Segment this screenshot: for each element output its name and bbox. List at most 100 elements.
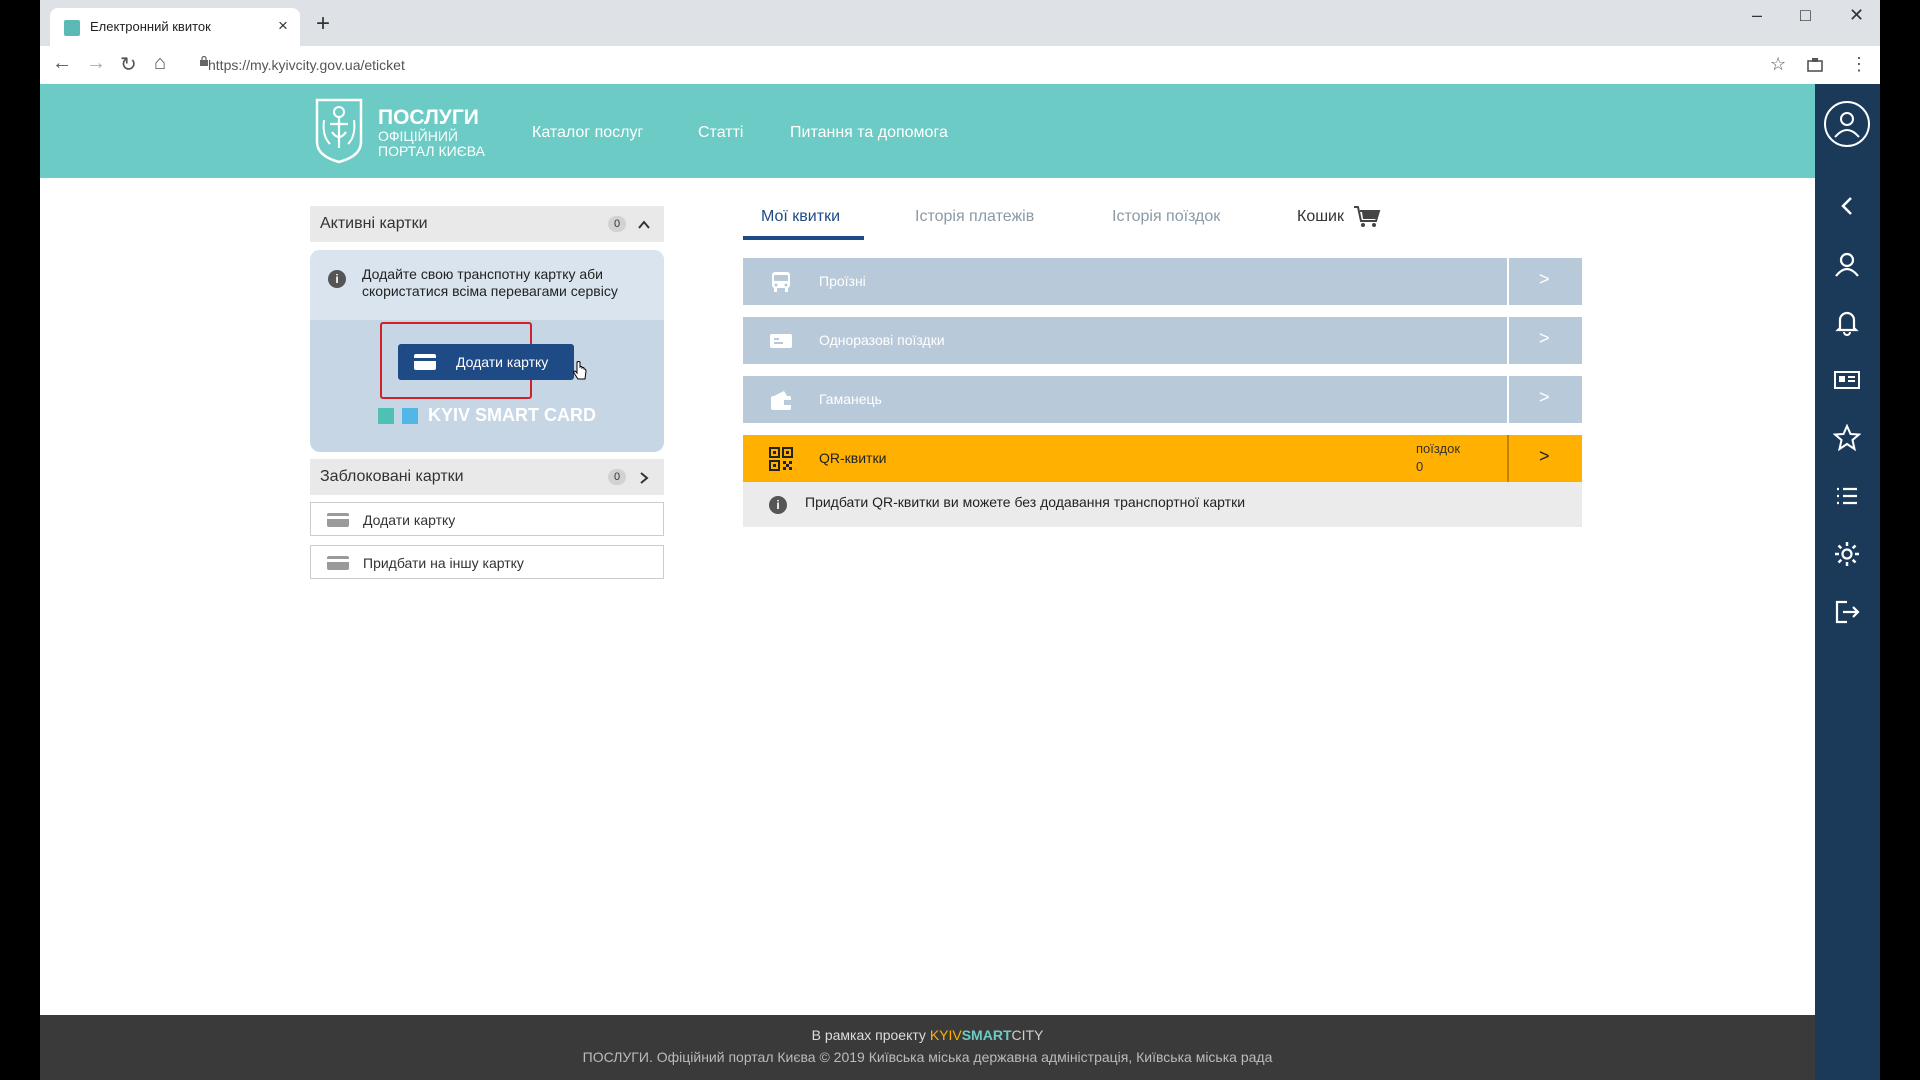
reload-icon[interactable]: ↻ (120, 52, 137, 77)
forward-icon[interactable]: → (86, 52, 106, 75)
tab-bar: Електронний квиток × + – □ ✕ (40, 0, 1880, 46)
browser-tab[interactable]: Електронний квиток × (50, 8, 300, 46)
ticket-row-arrow[interactable]: > (1507, 376, 1582, 423)
add-card-primary-label: Додати картку (456, 354, 549, 370)
user-icon (1834, 112, 1860, 138)
qr-info-text: Придбати QR-квитки ви можете без додаван… (805, 494, 1246, 510)
ticket-row-passes[interactable]: Проїзні > (743, 258, 1582, 305)
logo-subtitle-2: ПОРТАЛ КИЄВА (378, 143, 485, 159)
tab-trip-history[interactable]: Історія поїздок (1112, 208, 1220, 226)
buy-other-card-label: Придбати на іншу картку (363, 555, 524, 571)
maximize-icon[interactable]: □ (1800, 5, 1811, 26)
tab-cart[interactable]: Кошик (1297, 208, 1344, 226)
bell-icon[interactable] (1833, 308, 1861, 336)
ticket-row-single-rides[interactable]: Одноразові поїздки > (743, 317, 1582, 364)
qr-trips-count: 0 (1416, 459, 1424, 474)
logo-title[interactable]: ПОСЛУГИ (378, 106, 479, 130)
ticket-row-wallet[interactable]: Гаманець > (743, 376, 1582, 423)
logout-icon[interactable] (1833, 598, 1861, 626)
kyiv-emblem-icon[interactable] (314, 98, 364, 164)
active-cards-count: 0 (608, 216, 626, 232)
promo-info-box: i Додайте свою транспотну картку аби ско… (310, 250, 664, 320)
extension-icon[interactable] (1807, 58, 1823, 72)
qr-code-icon (769, 447, 793, 471)
blocked-cards-title: Заблоковані картки (320, 468, 464, 485)
chevron-right-icon[interactable] (636, 470, 652, 486)
home-icon[interactable]: ⌂ (154, 52, 166, 75)
tab-title: Електронний квиток (90, 19, 211, 34)
qr-info-note: i Придбати QR-квитки ви можете без додав… (743, 482, 1582, 527)
site-footer: В рамках проекту KYIVSMARTCITY ПОСЛУГИ. … (40, 1015, 1815, 1080)
new-tab-icon[interactable]: + (316, 10, 330, 38)
chevron-up-icon[interactable] (636, 217, 652, 233)
window-close-icon[interactable]: ✕ (1849, 5, 1864, 26)
card-icon (414, 354, 436, 370)
lock-icon (200, 56, 208, 66)
info-icon: i (328, 270, 346, 288)
footer-project-line: В рамках проекту KYIVSMARTCITY (811, 1027, 1044, 1043)
chevron-right-icon: > (1539, 446, 1550, 466)
logo-subtitle-1: ОФІЦІЙНИЙ (378, 128, 458, 144)
footer-copyright: ПОСЛУГИ. Офіційний портал Києва © 2019 К… (582, 1049, 1273, 1065)
chevron-right-icon: > (1539, 387, 1550, 407)
tab-close-icon[interactable]: × (278, 16, 288, 36)
ticket-row-label: Проїзні (819, 273, 866, 289)
buy-other-card-button[interactable]: Придбати на іншу картку (310, 545, 664, 579)
nav-catalog[interactable]: Каталог послуг (532, 124, 643, 142)
favicon-icon (64, 20, 80, 36)
avatar[interactable] (1824, 101, 1870, 147)
info-icon: i (769, 496, 787, 514)
tab-active-underline (743, 236, 864, 240)
list-icon[interactable] (1833, 482, 1861, 510)
add-card-label: Додати картку (363, 512, 456, 528)
ticket-row-label: Гаманець (819, 391, 882, 407)
qr-trips-label: поїздок (1416, 441, 1461, 456)
gear-icon[interactable] (1833, 540, 1861, 568)
minimize-icon[interactable]: – (1752, 5, 1762, 26)
card-icon (327, 513, 349, 527)
tab-my-tickets[interactable]: Мої квитки (761, 208, 840, 226)
site-header: ПОСЛУГИ ОФІЦІЙНИЙ ПОРТАЛ КИЄВА Каталог п… (40, 84, 1815, 178)
address-bar: ← → ↻ ⌂ https://my.kyivcity.gov.ua/etick… (40, 46, 1880, 85)
ticket-row-arrow[interactable]: > (1507, 435, 1582, 482)
brand-city[interactable]: CITY (1012, 1027, 1044, 1043)
collapse-chevron-left-icon[interactable] (1833, 192, 1861, 220)
browser-menu-icon[interactable]: ⋮ (1850, 54, 1868, 75)
chevron-right-icon: > (1539, 269, 1550, 289)
brand-kyiv[interactable]: KYIV (930, 1027, 962, 1043)
blocked-cards-count: 0 (608, 469, 626, 485)
back-icon[interactable]: ← (52, 52, 72, 75)
chevron-right-icon: > (1539, 328, 1550, 348)
bookmark-star-icon[interactable]: ☆ (1770, 54, 1786, 75)
ksc-square-blue (402, 408, 418, 424)
add-card-promo: i Додайте свою транспотну картку аби ско… (310, 250, 664, 452)
active-cards-header[interactable]: Активні картки 0 (310, 206, 664, 242)
browser-window: Електронний квиток × + – □ ✕ ← → ↻ ⌂ htt… (40, 0, 1880, 1080)
promo-text: Додайте свою транспотну картку аби скори… (362, 266, 618, 299)
cart-icon[interactable] (1353, 205, 1381, 229)
active-cards-title: Активні картки (320, 215, 428, 232)
tab-payment-history[interactable]: Історія платежів (915, 208, 1034, 226)
profile-icon[interactable] (1833, 250, 1861, 278)
url-input[interactable]: https://my.kyivcity.gov.ua/eticket (208, 57, 405, 73)
brand-smart[interactable]: SMART (962, 1027, 1012, 1043)
right-sidebar (1815, 84, 1880, 1080)
star-icon[interactable] (1833, 424, 1861, 452)
nav-help[interactable]: Питання та допомога (790, 124, 948, 142)
ticket-row-arrow[interactable]: > (1507, 317, 1582, 364)
ticket-row-arrow[interactable]: > (1507, 258, 1582, 305)
hand-cursor-icon (573, 361, 587, 380)
ticket-row-label: QR-квитки (819, 450, 887, 466)
card-icon (327, 556, 349, 570)
ticket-row-label: Одноразові поїздки (819, 332, 945, 348)
id-card-icon[interactable] (1833, 366, 1861, 394)
ticket-row-qr[interactable]: QR-квитки поїздок 0 > (743, 435, 1582, 482)
bus-icon (772, 272, 790, 292)
add-card-primary-button[interactable]: Додати картку (398, 344, 574, 380)
ksc-square-teal (378, 408, 394, 424)
add-card-button[interactable]: Додати картку (310, 502, 664, 536)
wallet-icon (771, 391, 791, 410)
nav-articles[interactable]: Статті (698, 124, 743, 142)
ksc-text: KYIV SMART CARD (428, 405, 597, 425)
blocked-cards-header[interactable]: Заблоковані картки 0 (310, 459, 664, 495)
